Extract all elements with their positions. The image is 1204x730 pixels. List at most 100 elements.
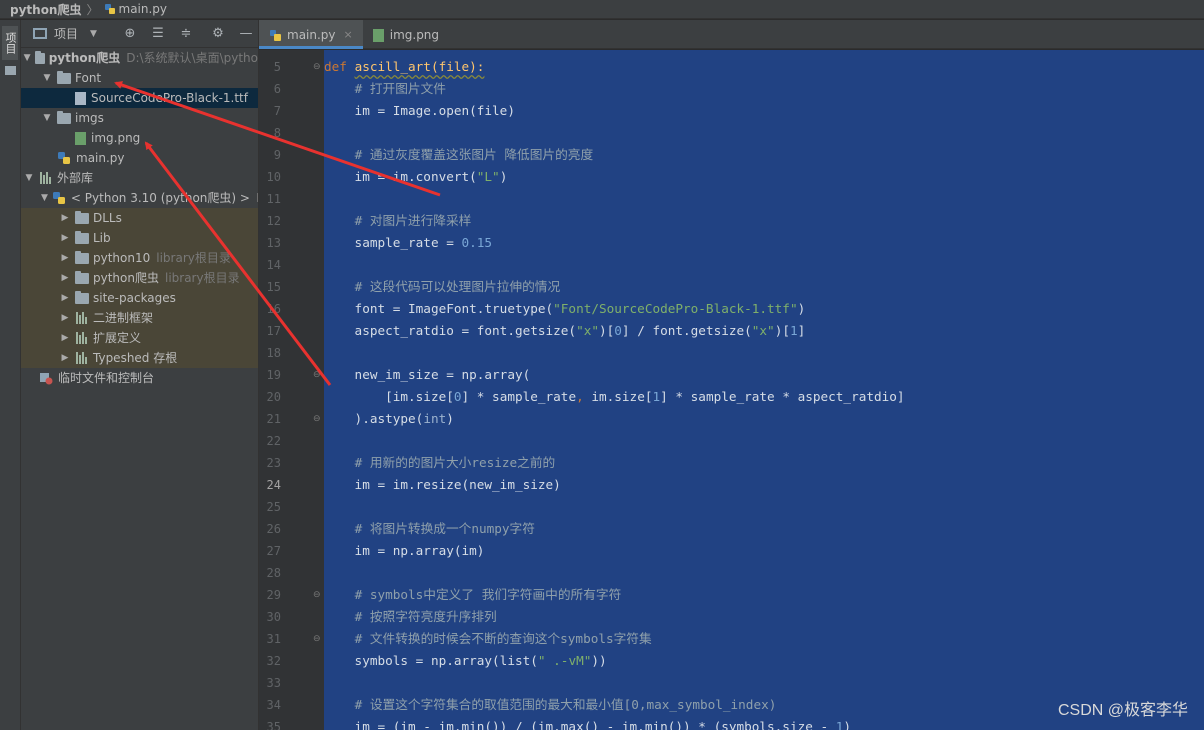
chevron-right-icon[interactable]: ▶ [59,348,71,368]
tree-item-label: 二进制框架 [93,311,154,325]
gear-icon[interactable]: ⚙ [211,26,225,41]
folder-icon[interactable] [5,66,16,75]
folder-icon [75,270,89,284]
code-line: # 用新的的图片大小resize之前的 [354,455,556,470]
line-number: 21 [266,412,281,426]
line-number: 19 [266,368,281,382]
tree-item[interactable]: img.png [21,128,258,148]
code-line: im = im.convert("L") [324,169,508,184]
tree-item[interactable]: 临时文件和控制台 [21,368,258,388]
line-number: 33 [266,676,281,690]
code-line: [im.size[0] * sample_rate, im.size[1] * … [324,389,905,404]
tree-item[interactable]: main.py [21,148,258,168]
chevron-right-icon[interactable]: ▶ [59,308,71,328]
chevron-right-icon[interactable]: ▶ [59,288,71,308]
code-line: # 对图片进行降采样 [354,213,472,228]
code-line: im = (im - im.min()) / (im.max() - im.mi… [324,719,852,730]
python-file-icon [104,3,116,15]
library-icon [75,332,89,344]
scratches-icon [39,371,53,385]
project-view-label: 项目 [54,27,79,41]
tree-item[interactable]: ▶ DLLs [21,208,258,228]
tree-item[interactable]: ▼ 外部库 [21,168,258,188]
project-toolbar: 项目 ▼ ⊕ ☰ ≑ ⚙ — [21,20,258,48]
library-icon [75,312,89,324]
code-editor[interactable]: def ascill_art(file): # 打开图片文件 im = Imag… [324,50,1204,730]
tree-item-label: DLLs [93,211,122,225]
tree-item[interactable]: ▼ Font [21,68,258,88]
tree-item-label: Typeshed 存根 [93,351,178,365]
close-icon[interactable]: × [344,28,353,41]
editor-tab[interactable]: img.png [363,20,449,49]
line-number: 31 [266,632,281,646]
breadcrumb-separator: 〉 [86,2,99,17]
code-line: # 将图片转换成一个numpy字符 [354,521,535,536]
fold-marker-icon[interactable]: ⊖ [313,584,321,606]
editor-tab[interactable]: main.py × [259,20,363,49]
line-number: 29 [266,588,281,602]
chevron-right-icon[interactable]: ▶ [59,248,71,268]
fold-marker-icon[interactable]: ⊖ [313,628,321,650]
line-number: 12 [266,214,281,228]
hide-panel-icon[interactable]: — [239,26,253,41]
tree-item-label: 外部库 [57,171,94,185]
folder-icon [75,230,89,244]
tree-item[interactable]: ▶ 二进制框架 [21,308,258,328]
folder-icon [57,70,71,84]
breadcrumb: python爬虫 〉 main.py [0,0,1204,19]
fold-marker-icon[interactable]: ⊖ [313,408,321,430]
tree-item-label: Lib [93,231,111,245]
project-view-selector[interactable]: 项目 ▼ [33,25,97,42]
project-view-icon [33,28,47,39]
tree-item-hint: D:\系统默认\桌面\pytho [126,51,258,65]
code-line: # symbols中定义了 我们字符画中的所有字符 [354,587,622,602]
project-tool-tab[interactable]: 项目 [2,26,18,60]
code-line: # 按照字符亮度升序排列 [354,609,497,624]
chevron-right-icon[interactable]: ▶ [59,328,71,348]
code-line: symbols = np.array(list(" .-vM")) [324,653,607,668]
chevron-right-icon[interactable]: ▶ [59,268,71,288]
tree-item[interactable]: ▶ Typeshed 存根 [21,348,258,368]
fold-marker-icon[interactable]: ⊖ [313,56,321,78]
code-line: im = np.array(im) [324,543,485,558]
fold-marker-icon[interactable]: ⊖ [313,364,321,386]
tree-item-label: img.png [91,131,141,145]
collapse-all-icon[interactable]: ≑ [179,26,193,41]
line-number: 23 [266,456,281,470]
chevron-right-icon[interactable]: ▶ [59,208,71,228]
chevron-down-icon[interactable]: ▼ [41,188,48,208]
chevron-down-icon[interactable]: ▼ [23,48,31,68]
folder-icon [75,250,89,264]
tree-item[interactable]: ▼ imgs [21,108,258,128]
chevron-right-icon[interactable]: ▶ [59,228,71,248]
line-number: 18 [266,346,281,360]
folder-icon [57,110,71,124]
code-line: def ascill_art(file): [324,59,485,74]
line-number-gutter: 5 ⊖ 6 7 8 9 10 11 12 13 14 15 16 17 18 19 ⊖ 20 21 ⊖ 22 23 24 25… [259,50,324,730]
line-number: 9 [273,148,281,162]
tree-item[interactable]: ▼< Python 3.10 (python爬虫) >D [21,188,258,208]
tree-item-label: 扩展定义 [93,331,142,345]
tree-item-hint: library根目录 [164,271,240,285]
tree-item[interactable]: SourceCodePro-Black-1.ttf [21,88,258,108]
font-file-icon [75,91,86,105]
tree-item-label: python爬虫 [93,271,159,285]
tree-item-label: 临时文件和控制台 [58,371,155,385]
chevron-down-icon[interactable]: ▼ [41,108,53,128]
code-line: im = im.resize(new_im_size) [324,477,561,492]
breadcrumb-file[interactable]: main.py [119,2,168,16]
breadcrumb-project[interactable]: python爬虫 [10,1,81,18]
chevron-down-icon[interactable]: ▼ [23,168,35,188]
tree-item[interactable]: ▶ python爬虫 library根目录 [21,268,258,288]
line-number: 34 [266,698,281,712]
tree-item[interactable]: ▶ site-packages [21,288,258,308]
locate-file-icon[interactable]: ⊕ [123,26,137,41]
tree-item[interactable]: ▼ python爬虫 D:\系统默认\桌面\pytho [21,48,258,68]
expand-all-icon[interactable]: ☰ [151,26,165,41]
tree-item[interactable]: ▶ 扩展定义 [21,328,258,348]
chevron-down-icon[interactable]: ▼ [41,68,53,88]
editor-tab-label: img.png [389,27,440,42]
tree-item[interactable]: ▶ Lib [21,228,258,248]
tree-item[interactable]: ▶ python10 library根目录 [21,248,258,268]
line-number: 5 [273,60,281,74]
